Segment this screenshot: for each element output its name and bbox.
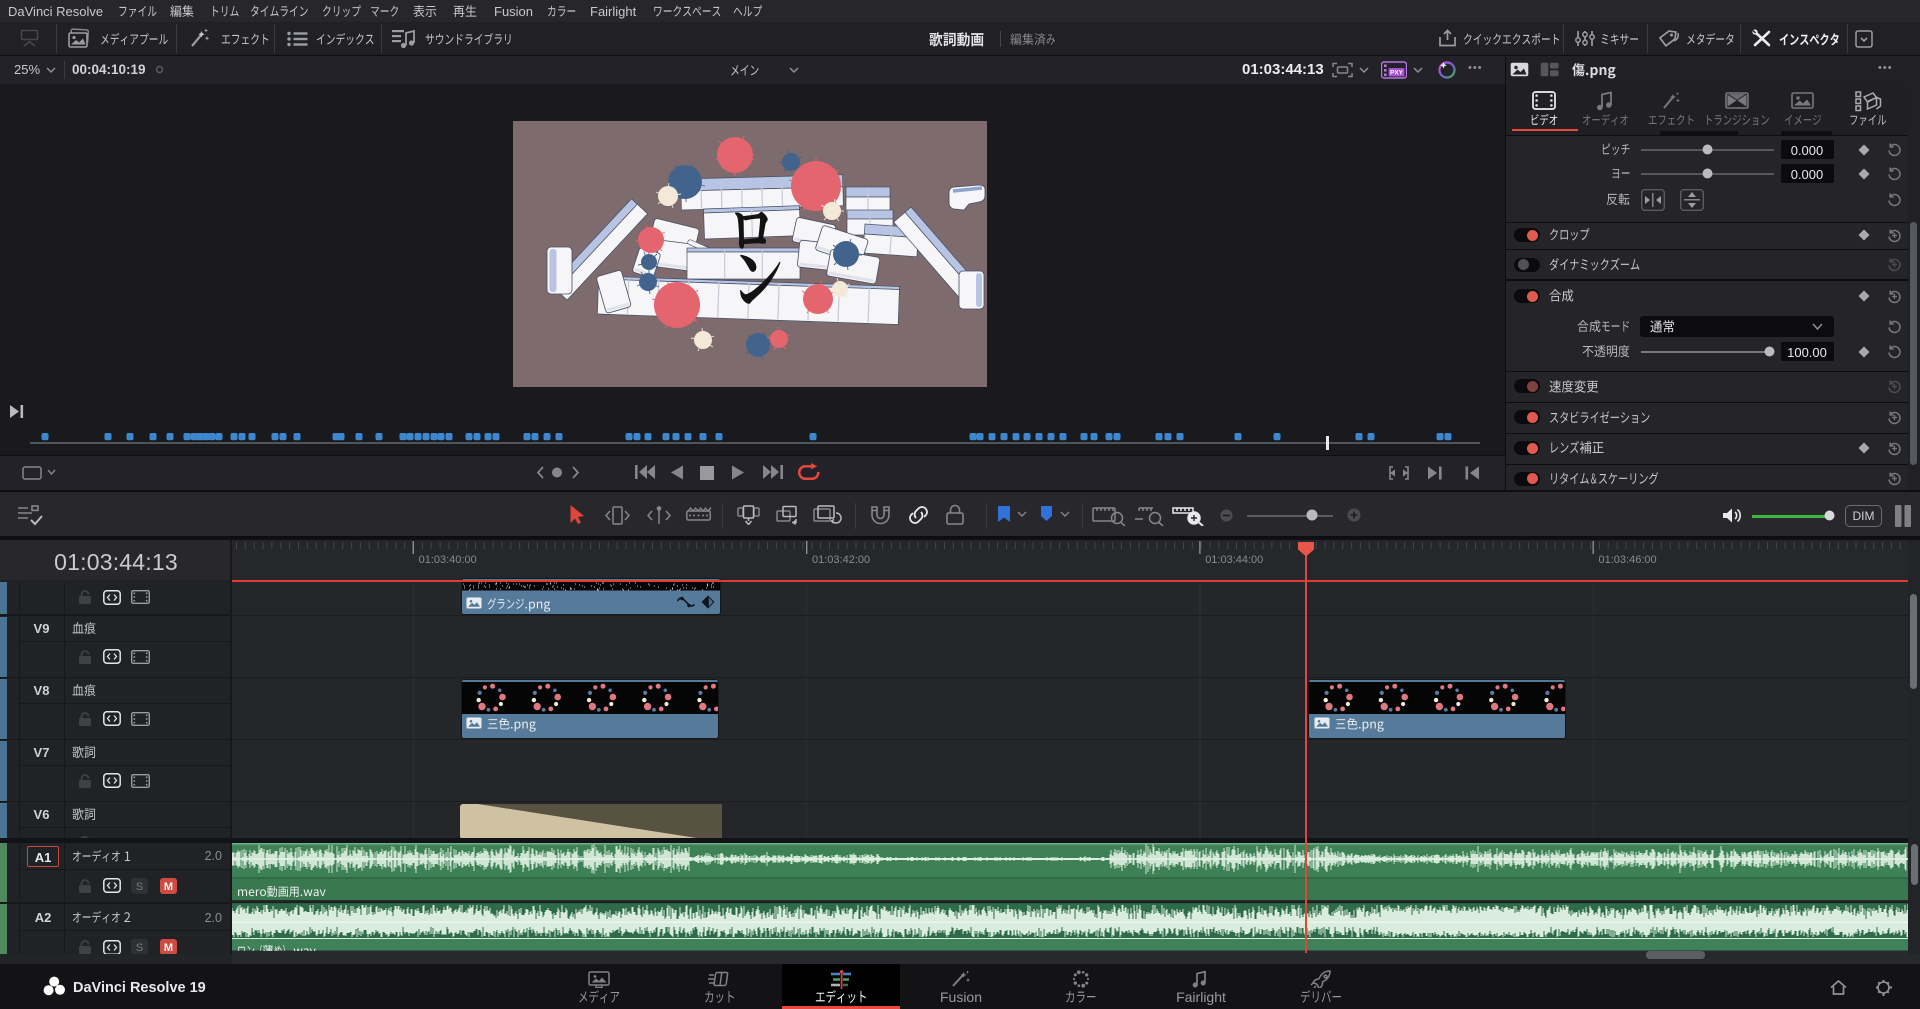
svg-text:PXY: PXY [1390, 70, 1404, 77]
svg-text:S: S [136, 881, 143, 893]
svg-text:M: M [164, 942, 173, 954]
svg-text:M: M [164, 881, 173, 893]
svg-text:S: S [136, 942, 143, 954]
